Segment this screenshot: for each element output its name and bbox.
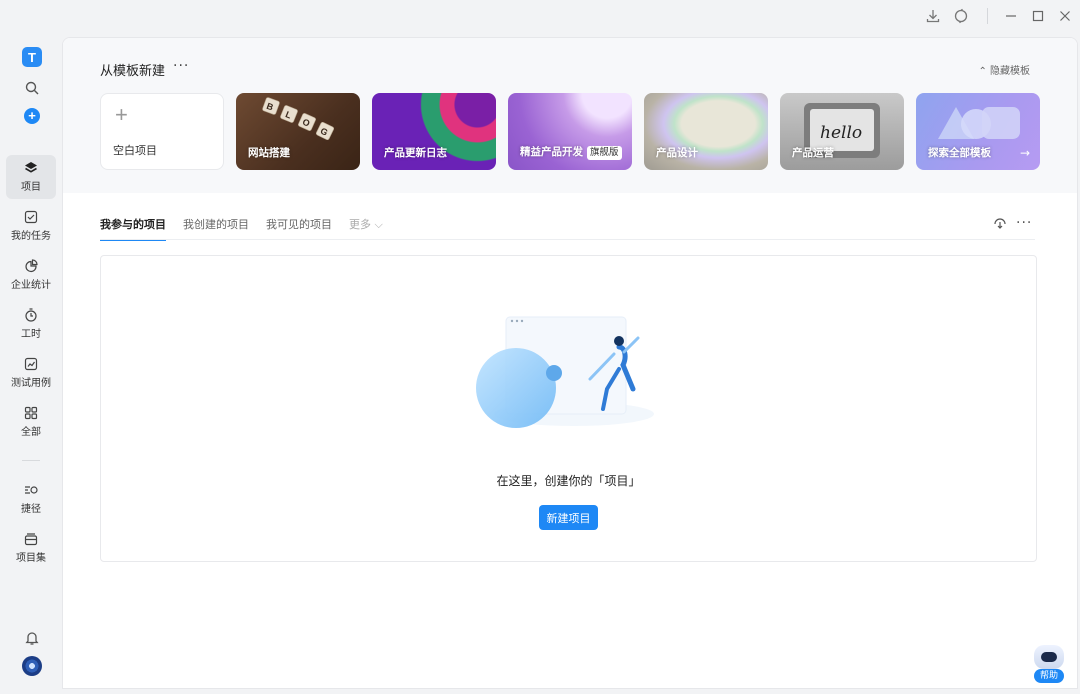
robot-icon <box>1034 645 1064 669</box>
help-label: 帮助 <box>1034 669 1064 683</box>
sidebar-item-label: 项目 <box>21 182 41 193</box>
folder-set-icon <box>24 533 38 546</box>
sidebar-item-all[interactable]: 全部 <box>6 400 56 444</box>
sidebar-divider <box>22 460 40 461</box>
sidebar: T + 项目 我的任务 企业统计 工时 测试用例 全部 捷径 项目集 <box>0 32 62 694</box>
help-button[interactable]: 帮助 <box>1032 643 1066 685</box>
titlebar-divider <box>987 8 988 24</box>
template-card-label: 产品更新日志 <box>384 147 447 159</box>
tab-created[interactable]: 我创建的项目 <box>183 216 249 240</box>
sidebar-item-label: 全部 <box>21 427 41 438</box>
avatar[interactable] <box>22 656 42 676</box>
tab-visible[interactable]: 我可见的项目 <box>266 216 332 240</box>
template-card-website[interactable]: B L O G 网站搭建 <box>236 93 360 170</box>
download-icon[interactable] <box>923 6 943 26</box>
close-icon[interactable] <box>1055 6 1075 26</box>
sidebar-item-label: 项目集 <box>16 553 46 564</box>
tabs-divider <box>100 239 1035 240</box>
template-card-changelog[interactable]: 产品更新日志 <box>372 93 496 170</box>
trend-chart-icon <box>24 357 38 371</box>
checkbox-icon <box>24 210 38 224</box>
empty-illustration <box>476 316 654 428</box>
empty-state-text: 在这里，创建你的「项目」 <box>496 474 641 488</box>
share-tree-icon[interactable] <box>992 215 1008 231</box>
flagship-badge: 旗舰版 <box>587 146 622 160</box>
sidebar-item-label: 我的任务 <box>11 231 51 242</box>
title-bar <box>0 0 1080 32</box>
search-icon[interactable] <box>24 80 40 96</box>
sidebar-item-shortcuts[interactable]: 捷径 <box>6 477 56 521</box>
template-card-label: 网站搭建 <box>248 147 290 159</box>
sync-icon[interactable] <box>951 6 971 26</box>
bell-icon[interactable] <box>24 630 40 646</box>
template-card-blank[interactable]: + 空白项目 <box>100 93 224 170</box>
template-more-button[interactable]: ··· <box>173 58 189 74</box>
more-options-icon[interactable]: ··· <box>1016 215 1032 231</box>
shortcut-icon <box>25 486 38 494</box>
add-icon[interactable]: + <box>24 108 40 124</box>
grid-icon <box>24 406 38 420</box>
template-card-label: 精益产品开发 旗舰版 <box>520 144 622 160</box>
sidebar-item-label: 企业统计 <box>11 280 51 291</box>
template-section: 从模板新建 ··· ⌃ 隐藏模板 + 空白项目 B L O G 网站搭建 产品更… <box>63 38 1077 193</box>
sidebar-item-test-cases[interactable]: 测试用例 <box>6 351 56 395</box>
project-list-empty: 在这里，创建你的「项目」 新建项目 <box>100 255 1037 562</box>
stopwatch-icon <box>25 308 37 322</box>
tab-more[interactable]: 更多 ⌵ <box>349 216 383 240</box>
tab-participating[interactable]: 我参与的项目 <box>100 216 166 241</box>
sidebar-item-label: 工时 <box>21 329 41 340</box>
minimize-icon[interactable] <box>1001 6 1021 26</box>
layers-icon <box>25 162 37 173</box>
sidebar-item-my-tasks[interactable]: 我的任务 <box>6 204 56 248</box>
sidebar-item-projects[interactable]: 项目 <box>6 155 56 199</box>
app-logo[interactable]: T <box>22 47 42 67</box>
template-card-label: 探索全部模板 <box>928 147 991 159</box>
template-card-lean-dev[interactable]: 精益产品开发 旗舰版 <box>508 93 632 170</box>
template-card-label: 产品设计 <box>656 147 698 159</box>
sidebar-item-work-hours[interactable]: 工时 <box>6 302 56 346</box>
template-card-label: 空白项目 <box>113 144 157 157</box>
new-project-button[interactable]: 新建项目 <box>539 505 598 530</box>
template-card-label-text: 精益产品开发 <box>520 146 583 158</box>
sidebar-item-label: 捷径 <box>21 504 41 515</box>
template-section-title: 从模板新建 <box>100 64 166 79</box>
template-card-label: 产品运营 <box>792 147 834 159</box>
template-card-explore-all[interactable]: 探索全部模板 → <box>916 93 1040 170</box>
sidebar-item-label: 测试用例 <box>11 378 51 389</box>
maximize-icon[interactable] <box>1028 6 1048 26</box>
svg-text:hello: hello <box>820 123 862 143</box>
pie-chart-icon <box>25 259 38 273</box>
hide-templates-button[interactable]: ⌃ 隐藏模板 <box>978 62 1030 77</box>
sidebar-item-project-sets[interactable]: 项目集 <box>6 526 56 570</box>
sidebar-item-enterprise-stats[interactable]: 企业统计 <box>6 253 56 297</box>
template-card-product-design[interactable]: 产品设计 <box>644 93 768 170</box>
arrow-right-icon: → <box>1019 146 1030 160</box>
plus-icon: + <box>115 102 128 127</box>
template-card-product-ops[interactable]: hello 产品运营 <box>780 93 904 170</box>
main-panel: 从模板新建 ··· ⌃ 隐藏模板 + 空白项目 B L O G 网站搭建 产品更… <box>62 37 1078 689</box>
